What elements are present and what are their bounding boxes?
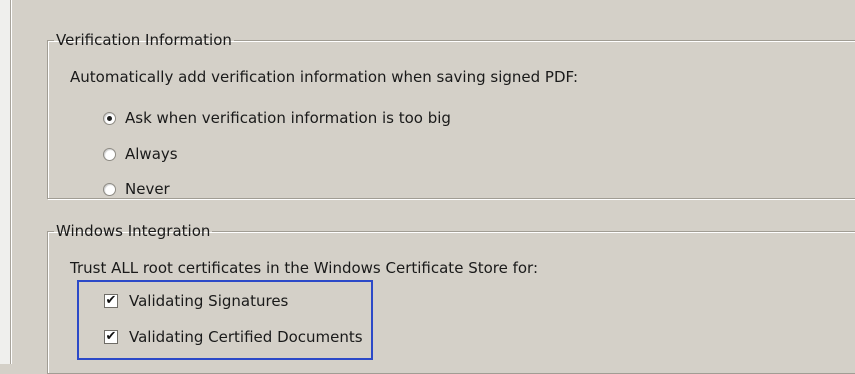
radio-always-label: Always [125, 145, 178, 163]
verification-information-group: Verification Information Automatically a… [47, 31, 855, 199]
windows-integration-legend: Windows Integration [56, 222, 211, 240]
checkbox-validating-certified-documents-label: Validating Certified Documents [129, 328, 363, 346]
checkbox-checked-icon[interactable]: ✔ [104, 330, 118, 344]
checkbox-validating-certified-documents[interactable]: ✔ Validating Certified Documents [104, 328, 363, 346]
radio-never-label: Never [125, 180, 170, 198]
radio-button-icon[interactable] [103, 147, 116, 161]
radio-ask-when-too-big[interactable]: Ask when verification information is too… [103, 109, 451, 127]
windows-integration-description: Trust ALL root certificates in the Windo… [70, 259, 539, 277]
verification-information-legend: Verification Information [56, 31, 232, 49]
preferences-panel: Verification Information Automatically a… [10, 0, 855, 374]
radio-never[interactable]: Never [103, 180, 170, 198]
verification-description: Automatically add verification informati… [70, 68, 579, 86]
left-page-edge [0, 0, 10, 364]
radio-ask-when-too-big-label: Ask when verification information is too… [125, 109, 451, 127]
checkbox-validating-signatures[interactable]: ✔ Validating Signatures [104, 292, 288, 310]
checkbox-checked-icon[interactable]: ✔ [104, 294, 118, 308]
checkbox-validating-signatures-label: Validating Signatures [129, 292, 289, 310]
radio-button-selected-icon[interactable] [103, 111, 116, 125]
radio-always[interactable]: Always [103, 145, 178, 163]
radio-button-icon[interactable] [103, 182, 116, 196]
